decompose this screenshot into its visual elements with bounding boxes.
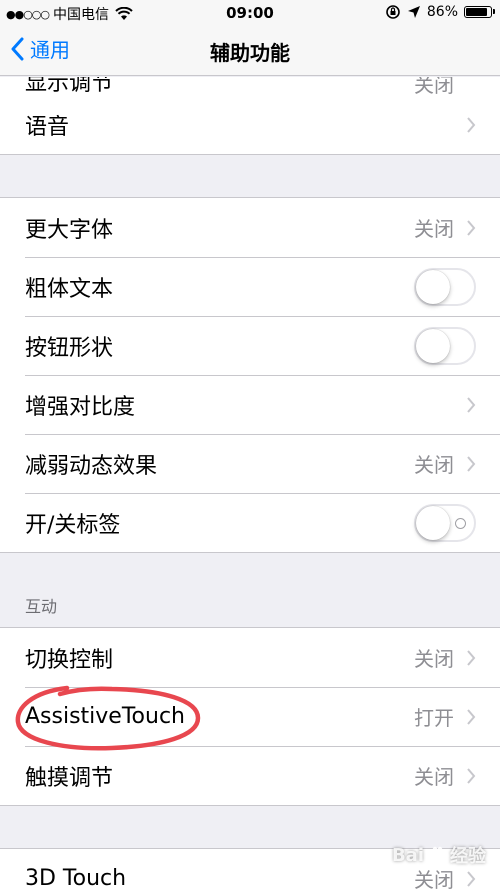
button-shapes-toggle[interactable] [414, 326, 476, 365]
chevron-right-icon [467, 708, 476, 725]
status-bar: ●●○○○ 中国电信 09:00 86% [0, 0, 500, 26]
chevron-right-icon [467, 219, 476, 236]
battery-fill [466, 8, 487, 16]
settings-group-top: 显示调节 关闭 语音 [0, 77, 500, 155]
settings-group-interaction: 切换控制 关闭 AssistiveTouch 打开 触摸调节 关闭 [0, 627, 500, 806]
chevron-right-icon [467, 870, 476, 887]
chevron-right-icon [467, 649, 476, 666]
on-off-labels-toggle[interactable] [414, 503, 476, 542]
row-label: 减弱动态效果 [25, 453, 158, 479]
row-label: 按钮形状 [25, 335, 114, 361]
settings-row-display-accommodations[interactable]: 显示调节 关闭 [0, 77, 500, 95]
row-label: AssistiveTouch [25, 704, 185, 729]
row-label: 增强对比度 [25, 394, 136, 420]
row-value: 关闭 [414, 453, 454, 477]
row-value: 关闭 [414, 217, 454, 241]
row-label: 切换控制 [25, 647, 114, 673]
battery-percent: 86% [426, 4, 458, 20]
battery-icon [464, 6, 495, 18]
location-arrow-icon [407, 6, 420, 18]
settings-row-switch-control[interactable]: 切换控制 关闭 [0, 628, 500, 687]
toggle-knob [416, 505, 450, 540]
settings-row-larger-text[interactable]: 更大字体 关闭 [0, 198, 500, 257]
toggle-knob [416, 328, 450, 363]
watermark-text-left: Bai [391, 844, 424, 866]
row-label: 3D Touch [25, 866, 127, 890]
row-label: 显示调节 [25, 77, 114, 95]
row-value: 关闭 [414, 765, 454, 789]
settings-list: 显示调节 关闭 语音 更大字体 关闭 粗体文本 按钮形状 增强对比度 减弱动态效… [0, 77, 500, 890]
row-value: 关闭 [414, 647, 454, 671]
settings-row-assistivetouch[interactable]: AssistiveTouch 打开 [0, 687, 500, 746]
watermark: Bai 经验 [392, 842, 486, 868]
navigation-bar: 通用 辅助功能 [0, 26, 500, 76]
row-label: 更大字体 [25, 217, 114, 243]
settings-row-touch-accommodations[interactable]: 触摸调节 关闭 [0, 746, 500, 805]
row-label: 语音 [25, 114, 70, 140]
chevron-right-icon [467, 455, 476, 472]
row-label: 开/关标签 [25, 512, 121, 538]
chevron-right-icon [467, 116, 476, 133]
row-value: 关闭 [414, 77, 454, 95]
settings-row-button-shapes: 按钮形状 [0, 316, 500, 375]
section-header-interaction: 互动 [25, 597, 58, 616]
row-label: 粗体文本 [25, 276, 114, 302]
settings-row-on-off-labels: 开/关标签 [0, 493, 500, 552]
status-right: 86% [385, 4, 495, 20]
row-value: 打开 [414, 706, 454, 730]
toggle-knob [416, 269, 450, 304]
settings-row-speech[interactable]: 语音 [0, 95, 500, 154]
chevron-right-icon [467, 396, 476, 413]
row-label: 触摸调节 [25, 765, 114, 791]
settings-row-increase-contrast[interactable]: 增强对比度 [0, 375, 500, 434]
bold-text-toggle[interactable] [414, 267, 476, 306]
paw-logo-icon [428, 846, 447, 863]
settings-group-vision: 更大字体 关闭 粗体文本 按钮形状 增强对比度 减弱动态效果 关闭 开/关标签 [0, 197, 500, 553]
page-title: 辅助功能 [210, 41, 290, 65]
settings-row-bold-text: 粗体文本 [0, 257, 500, 316]
watermark-text-right: 经验 [450, 846, 486, 867]
off-label-ring-icon [455, 517, 466, 529]
rotation-lock-icon [386, 5, 400, 19]
settings-row-reduce-motion[interactable]: 减弱动态效果 关闭 [0, 434, 500, 493]
chevron-right-icon [467, 767, 476, 784]
